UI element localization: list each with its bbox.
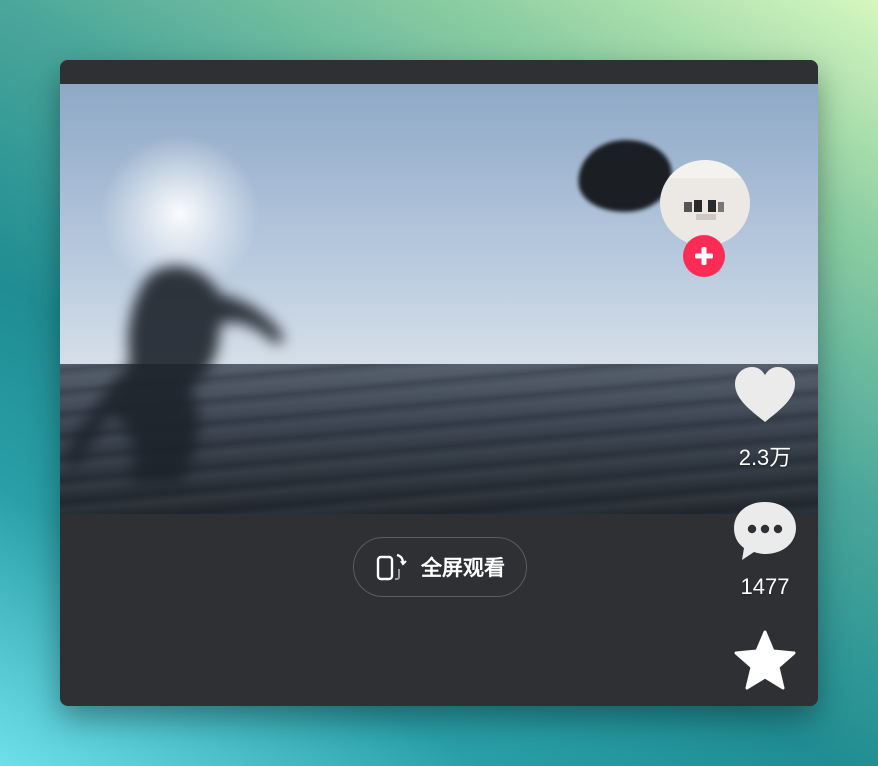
- comment-button[interactable]: [730, 500, 800, 564]
- star-icon: [734, 630, 796, 690]
- plus-icon: [695, 247, 713, 265]
- comment-icon: [734, 502, 796, 560]
- heart-icon: [735, 367, 795, 422]
- blurred-figure: [70, 265, 285, 484]
- like-button[interactable]: [730, 366, 800, 428]
- favorite-button[interactable]: [730, 630, 800, 694]
- avatar[interactable]: [660, 160, 750, 246]
- title-bar[interactable]: [60, 60, 818, 84]
- comment-count: 1477: [740, 574, 790, 599]
- video-frame[interactable]: [60, 84, 818, 514]
- rotate-phone-icon: [376, 553, 407, 581]
- like-count: 2.3万: [738, 445, 792, 470]
- video-player-window: 全屏观看: [60, 60, 818, 706]
- follow-button[interactable]: [683, 235, 725, 277]
- fullscreen-label: 全屏观看: [421, 557, 505, 580]
- fullscreen-button[interactable]: 全屏观看: [353, 537, 527, 597]
